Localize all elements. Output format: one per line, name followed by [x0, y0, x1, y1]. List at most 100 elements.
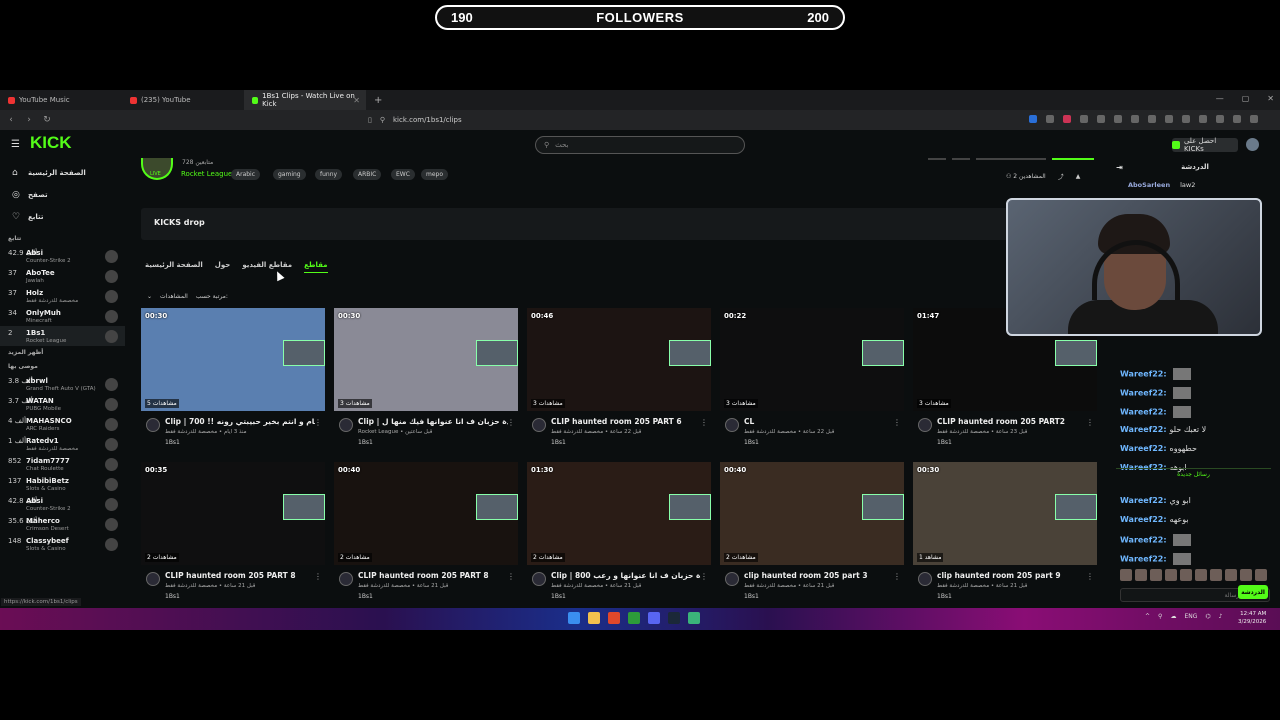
site-info-icon[interactable]: ⚲ [380, 116, 385, 124]
clip-username[interactable]: 1Bs1 [358, 593, 373, 600]
send-chat-button[interactable]: الدردشة [1238, 585, 1268, 599]
extension-icon[interactable] [1029, 115, 1037, 123]
tag-chip[interactable]: Arabic [231, 169, 261, 180]
tab-youtube-music[interactable]: YouTube Music [0, 90, 122, 110]
emote-icon[interactable] [1135, 569, 1147, 581]
clip-channel-avatar[interactable] [532, 572, 546, 586]
sidebar-channel[interactable]: 34 OnlyMuh Minecraft [0, 306, 125, 326]
search-input[interactable]: ⚲ بحث [535, 136, 745, 154]
show-more-link[interactable]: أظهر المزيد [0, 346, 125, 360]
tag-chip[interactable]: funny [315, 169, 343, 180]
extension-icon[interactable] [1148, 115, 1156, 123]
more-options-icon[interactable]: ⋮ [700, 572, 708, 581]
clip-card[interactable]: 00:30 1 مشاهد clip haunted room 205 part 9… [913, 462, 1097, 600]
pin-icon[interactable]: ⚲ [1158, 613, 1162, 620]
clip-username[interactable]: 1Bs1 [937, 439, 952, 446]
extension-icon[interactable] [1233, 115, 1241, 123]
kicks-drop-banner[interactable]: KICKS drop [141, 208, 1101, 240]
clip-username[interactable]: 1Bs1 [551, 593, 566, 600]
onedrive-icon[interactable]: ☁ [1170, 613, 1176, 620]
chat-username[interactable]: Wareef22: [1120, 389, 1167, 398]
discord-icon[interactable] [648, 612, 660, 624]
close-icon[interactable]: ✕ [1267, 94, 1274, 103]
sidebar-channel[interactable]: 35.6 ألف Maherco Crimson Desert [0, 514, 125, 534]
nav-home[interactable]: ⌂ الصفحة الرئيسية [0, 162, 125, 184]
clip-thumbnail[interactable]: 00:40 2 مشاهدات [720, 462, 904, 565]
emote-icon[interactable] [1240, 569, 1252, 581]
emote-icon[interactable] [1150, 569, 1162, 581]
url-field[interactable]: ▯ ⚲ kick.com/1bs1/clips [368, 113, 908, 127]
chat-username[interactable]: AboSarleen [1128, 181, 1170, 189]
clip-thumbnail[interactable]: 00:40 2 مشاهدات [334, 462, 518, 565]
clip-thumbnail[interactable]: 00:30 5 مشاهدات [141, 308, 325, 411]
more-options-icon[interactable]: ⋮ [893, 418, 901, 427]
clip-channel-avatar[interactable] [918, 572, 932, 586]
tab-home[interactable]: الصفحة الرئيسية [145, 261, 203, 273]
clip-username[interactable]: 1Bs1 [744, 439, 759, 446]
clip-card[interactable]: 00:30 3 مشاهدات Clip | السعادة حزبان ف انا… [334, 308, 518, 446]
chevron-up-icon[interactable]: ^ [1145, 613, 1150, 620]
file-explorer-icon[interactable] [588, 612, 600, 624]
tab-about[interactable]: حول [215, 261, 231, 273]
music-icon[interactable] [1131, 115, 1139, 123]
chat-username[interactable]: Wareef22: [1120, 555, 1167, 564]
clip-username[interactable]: 1Bs1 [551, 439, 566, 446]
emote-icon[interactable] [1225, 569, 1237, 581]
clip-card[interactable]: 01:30 2 مشاهدات Clip | السعادة حزبان ف انا… [527, 462, 711, 600]
sidebar-channel[interactable]: 42.9 ألف Absi Counter-Strike 2 [0, 246, 125, 266]
extension-icon[interactable] [1097, 115, 1105, 123]
sidebar-channel[interactable]: 2 1Bs1 Rocket League [0, 326, 125, 346]
clip-title[interactable]: clip haunted room 205 part 3 [744, 571, 894, 580]
nav-browse[interactable]: ◎ تصفح [0, 184, 125, 206]
chat-username[interactable]: Wareef22: [1120, 496, 1167, 505]
app-icon[interactable] [688, 612, 700, 624]
chat-username[interactable]: Wareef22: [1120, 444, 1167, 453]
menu-icon[interactable]: ☰ [11, 139, 20, 150]
clip-thumbnail[interactable]: 00:30 3 مشاهدات [334, 308, 518, 411]
brave-icon[interactable] [608, 612, 620, 624]
clock[interactable]: 12:47 AM 3/29/2026 [1238, 610, 1266, 626]
extension-icon[interactable] [1080, 115, 1088, 123]
sidebar-channel[interactable]: 3.8 ألف xbrwl Grand Theft Auto V (GTA) [0, 374, 125, 394]
get-kicks-button[interactable]: احصل على KICKs [1172, 137, 1238, 153]
sidebar-channel[interactable]: 4 ألف MAHASNCO ARC Raiders [0, 414, 125, 434]
more-options-icon[interactable]: ⋮ [314, 572, 322, 581]
clip-channel-avatar[interactable] [146, 572, 160, 586]
tab-kick-clips[interactable]: 1Bs1 Clips - Watch Live on Kick ✕ [244, 90, 366, 110]
sidebar-channel[interactable]: 37 AboTee Jawlah [0, 266, 125, 286]
profile-icon[interactable] [1250, 115, 1258, 123]
maximize-icon[interactable]: ▢ [1242, 94, 1250, 103]
sort-dropdown[interactable]: ⌄ المشاهدات مرتبة حسب: [147, 293, 228, 300]
more-options-icon[interactable]: ⋮ [1086, 418, 1094, 427]
clip-card[interactable]: 00:40 2 مشاهدات clip haunted room 205 part… [720, 462, 904, 600]
sidebar-channel[interactable]: 137 HabibiBetz Slots & Casino [0, 474, 125, 494]
clip-card[interactable]: 00:46 3 مشاهدات CLIP haunted room 205 PART… [527, 308, 711, 446]
emote-icon[interactable] [1180, 569, 1192, 581]
bookmark-icon[interactable]: ▯ [368, 116, 372, 124]
close-tab-icon[interactable]: ✕ [353, 96, 360, 105]
alert-icon[interactable]: ▲ [1076, 173, 1081, 180]
extension-icon[interactable] [1063, 115, 1071, 123]
sidebar-channel[interactable]: 37 Holz مخصصة للدردشة فقط [0, 286, 125, 306]
new-tab-button[interactable]: + [374, 95, 382, 106]
forward-icon[interactable]: › [22, 115, 36, 125]
clip-title[interactable]: CLIP haunted room 205 PART 6 [551, 417, 701, 426]
clip-thumbnail[interactable]: 00:22 3 مشاهدات [720, 308, 904, 411]
more-options-icon[interactable]: ⋮ [314, 418, 322, 427]
clip-username[interactable]: 1Bs1 [165, 439, 180, 446]
language-indicator[interactable]: ENG [1184, 613, 1197, 620]
minimize-icon[interactable]: — [1216, 94, 1224, 103]
more-options-icon[interactable]: ⋮ [1086, 572, 1094, 581]
emote-icon[interactable] [1210, 569, 1222, 581]
more-options-icon[interactable]: ⋮ [893, 572, 901, 581]
chat-username[interactable]: law2 [1180, 181, 1195, 189]
clip-channel-avatar[interactable] [339, 572, 353, 586]
volume-icon[interactable]: ♪ [1219, 613, 1223, 620]
emote-icon[interactable] [1255, 569, 1267, 581]
clip-username[interactable]: 1Bs1 [937, 593, 952, 600]
more-options-icon[interactable]: ⋮ [507, 418, 515, 427]
clip-username[interactable]: 1Bs1 [165, 593, 180, 600]
clip-title[interactable]: CLIP haunted room 205 PART 8 [358, 571, 508, 580]
clip-channel-avatar[interactable] [339, 418, 353, 432]
network-icon[interactable]: ⌬ [1205, 613, 1210, 620]
